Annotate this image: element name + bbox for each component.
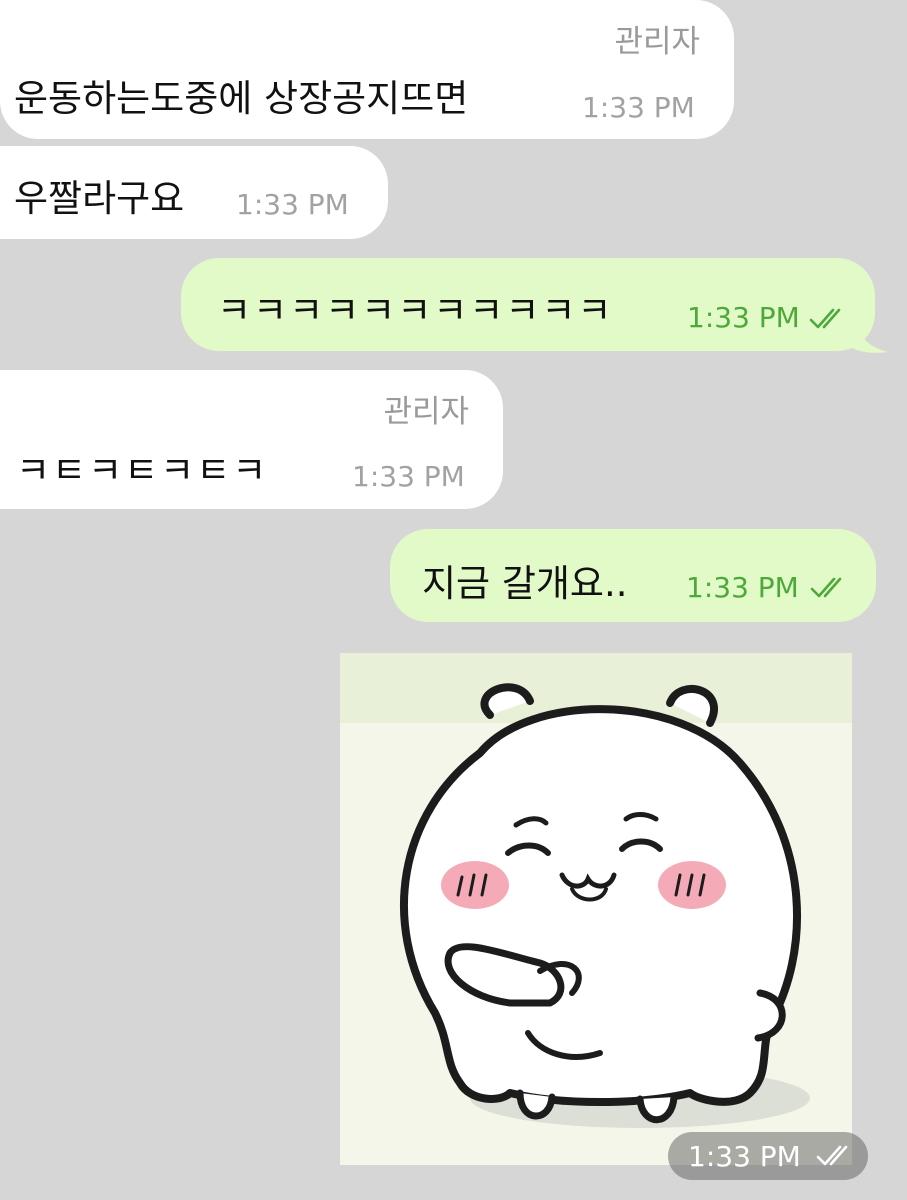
message-time: 1:33 PM	[236, 188, 349, 221]
sticker-message[interactable]	[340, 653, 852, 1165]
message-time: 1:33 PM	[688, 1140, 801, 1173]
sender-name: 관리자	[614, 24, 700, 60]
message-bubble-outgoing[interactable]: 지금 갈개요.. 1:33 PM	[390, 529, 876, 622]
message-text: ㅋㅌㅋㅌㅋㅌㅋ	[16, 449, 269, 492]
message-text: ㅋㅋㅋㅋㅋㅋㅋㅋㅋㅋㅋ	[217, 289, 614, 332]
message-time: 1:33 PM	[686, 571, 799, 604]
message-text: 지금 갈개요..	[422, 562, 628, 605]
message-text: 운동하는도중에 상장공지뜨면	[14, 77, 469, 120]
message-time: 1:33 PM	[687, 301, 800, 334]
message-time: 1:33 PM	[352, 460, 465, 493]
message-bubble-incoming[interactable]: 관리자 ㅋㅌㅋㅌㅋㅌㅋ 1:33 PM	[0, 370, 503, 509]
white-hamster-sticker	[340, 653, 852, 1165]
message-bubble-incoming[interactable]: 우짤라구요 1:33 PM	[0, 146, 388, 239]
message-time: 1:33 PM	[582, 91, 695, 124]
double-check-icon	[816, 1145, 848, 1166]
double-check-icon	[810, 577, 842, 598]
message-bubble-incoming[interactable]: 관리자 운동하는도중에 상장공지뜨면 1:33 PM	[0, 0, 734, 139]
sticker-time-badge: 1:33 PM	[668, 1132, 868, 1180]
sender-name: 관리자	[383, 394, 469, 430]
message-text: 우짤라구요	[14, 177, 185, 220]
message-bubble-outgoing[interactable]: ㅋㅋㅋㅋㅋㅋㅋㅋㅋㅋㅋ 1:33 PM	[181, 258, 875, 351]
bubble-tail	[852, 318, 888, 353]
double-check-icon	[809, 308, 841, 329]
